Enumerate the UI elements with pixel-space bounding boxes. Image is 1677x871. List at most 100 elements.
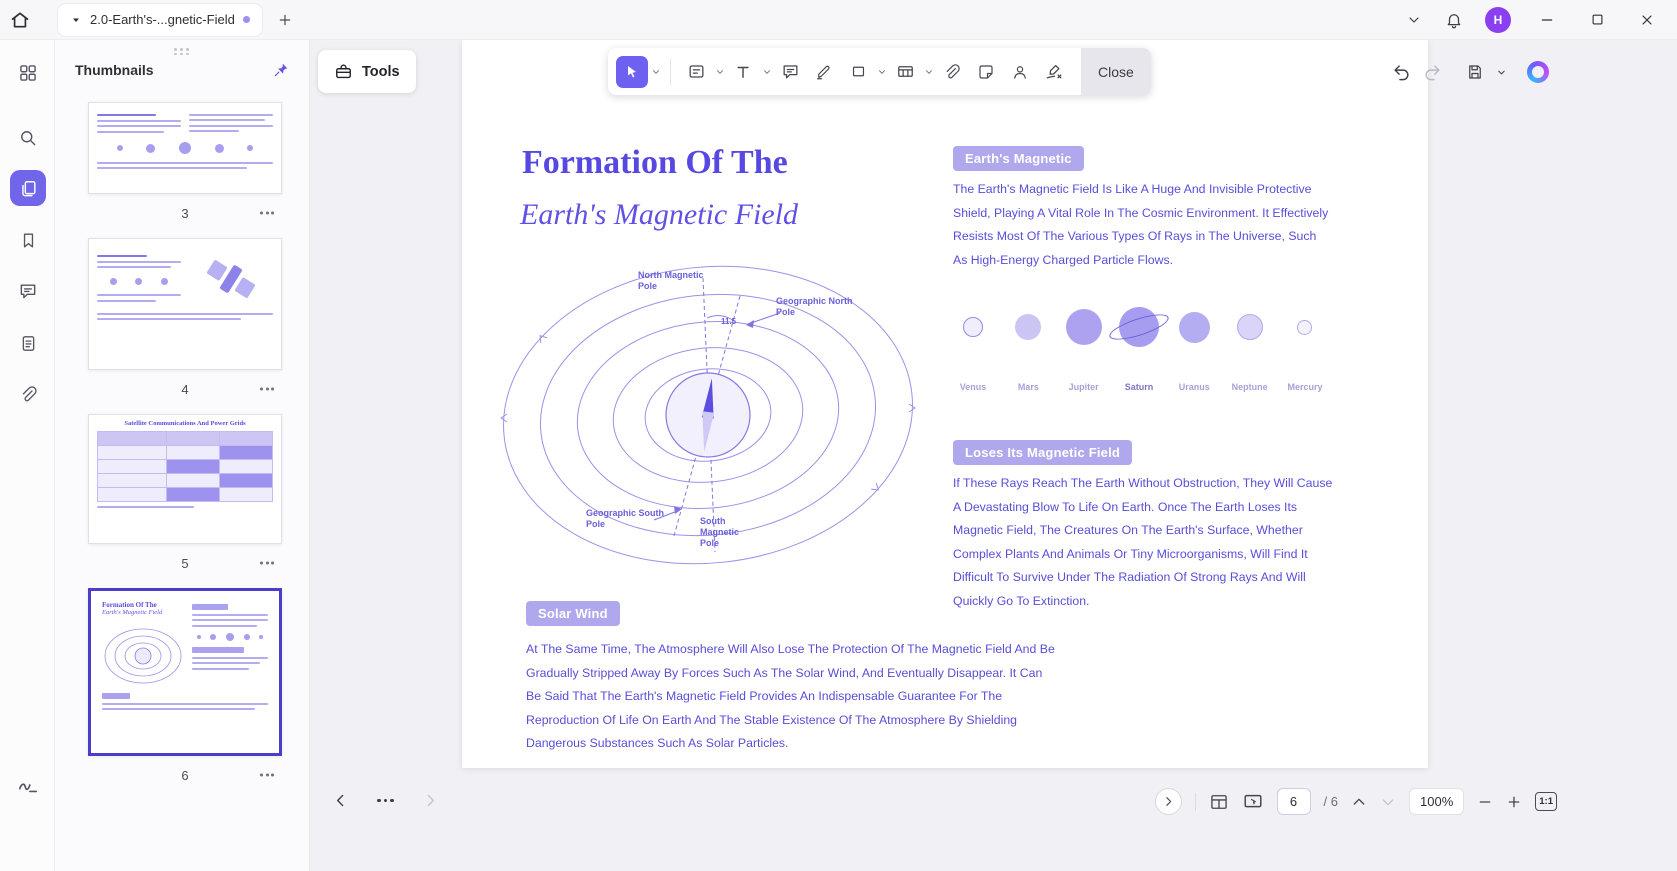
save-options-dropdown[interactable] [1496, 67, 1507, 78]
notifications-button[interactable] [1437, 3, 1471, 37]
actual-size-button[interactable]: 1:1 [1535, 792, 1557, 811]
planet-circle [963, 317, 983, 337]
thumbnail-menu-button[interactable] [256, 770, 278, 781]
chevron-down-icon [1406, 12, 1422, 28]
current-page-input[interactable]: 6 [1277, 788, 1311, 815]
plus-icon [1506, 794, 1522, 810]
close-toolbar-button[interactable]: Close [1081, 48, 1151, 95]
tab-title: 2.0-Earth's-...gnetic-Field [90, 12, 235, 27]
highlighter-tool-button[interactable] [808, 56, 840, 88]
zoom-in-button[interactable] [1506, 794, 1522, 810]
page-up-button[interactable] [1351, 794, 1367, 810]
attach-file-tool-button[interactable] [936, 56, 968, 88]
add-text-dropdown[interactable] [760, 56, 773, 88]
next-page-button[interactable] [422, 792, 439, 809]
pin-button[interactable] [273, 62, 289, 78]
ai-assistant-button[interactable] [1527, 61, 1549, 83]
left-rail [0, 40, 55, 871]
bookmarks-button[interactable] [10, 222, 46, 258]
chevron-down-icon [924, 67, 934, 77]
thumbnail-item-page-6: Formation Of The Earth's Magnetic Field [88, 588, 282, 794]
thumbnails-panel-button[interactable] [10, 170, 46, 206]
thumbnail-menu-button[interactable] [256, 208, 278, 219]
zoom-level[interactable]: 100% [1409, 788, 1464, 815]
select-tool-dropdown[interactable] [649, 56, 662, 88]
document-info-button[interactable] [10, 325, 46, 361]
thumbnail-menu-button[interactable] [256, 384, 278, 395]
sticker-tool-button[interactable] [970, 56, 1002, 88]
page-down-button[interactable] [1380, 794, 1396, 810]
sign-tool-button[interactable] [1038, 56, 1070, 88]
comments-button[interactable] [10, 273, 46, 309]
section-badge-loses-field[interactable]: Loses Its Magnetic Field [953, 440, 1132, 465]
add-text-tool-button[interactable] [727, 56, 759, 88]
tools-button[interactable]: Tools [318, 50, 416, 93]
tabs-menu-button[interactable] [1397, 3, 1431, 37]
thumbnail-page-5[interactable]: Satellite Communications And Power Grids [88, 414, 282, 544]
thumbnail-page-6-selected[interactable]: Formation Of The Earth's Magnetic Field [88, 588, 282, 756]
comment-icon [18, 281, 38, 301]
chevron-left-icon [332, 792, 349, 809]
thumbnail-page-4[interactable] [88, 238, 282, 370]
stamp-tool-button[interactable] [1004, 56, 1036, 88]
expand-panel-button[interactable] [1155, 788, 1182, 815]
magnetic-field-diagram[interactable]: North Magnetic Pole Geographic North Pol… [488, 258, 950, 570]
presentation-mode-button[interactable] [1242, 791, 1264, 813]
save-button[interactable] [1466, 63, 1484, 81]
thumbnail-page-number: 5 [88, 556, 282, 571]
label-geographic-south-pole: Geographic South Pole [586, 508, 666, 530]
thumbnail-page-3[interactable] [88, 102, 282, 194]
document-title-line2[interactable]: Earth's Magnetic Field [520, 198, 798, 232]
shape-tool-button[interactable] [842, 56, 874, 88]
undo-button[interactable] [1392, 63, 1411, 82]
mini-title-line2: Earth's Magnetic Field [102, 609, 184, 616]
comment-tool-button[interactable] [774, 56, 806, 88]
main-canvas: Formation Of The Earth's Magnetic Field [310, 40, 1677, 871]
window-close-button[interactable] [1625, 0, 1669, 40]
thumbnail-caption: 4 [88, 370, 282, 408]
attachments-button[interactable] [10, 376, 46, 412]
home-button[interactable] [0, 0, 40, 40]
shape-dropdown[interactable] [875, 56, 888, 88]
redo-button[interactable] [1423, 63, 1442, 82]
planet-size-comparison[interactable]: Venus Mars Jupiter Saturn Uranus [948, 296, 1330, 392]
edit-text-dropdown[interactable] [713, 56, 726, 88]
document-page[interactable]: Formation Of The Earth's Magnetic Field [462, 40, 1428, 768]
paragraph-loses-field[interactable]: If These Rays Reach The Earth Without Ob… [953, 472, 1333, 613]
chevron-up-icon [1351, 794, 1367, 810]
select-tool-button[interactable] [616, 56, 648, 88]
cursor-icon [624, 64, 640, 80]
search-button[interactable] [10, 120, 46, 156]
thumbnail-menu-button[interactable] [256, 558, 278, 569]
document-title-line1[interactable]: Formation Of The [522, 144, 788, 182]
thumbnail-item-page-4: 4 [88, 238, 282, 408]
plus-icon [277, 12, 293, 28]
paragraph-earths-magnetic[interactable]: The Earth's Magnetic Field Is Like A Hug… [953, 178, 1333, 272]
previous-page-button[interactable] [332, 792, 349, 809]
top-right-actions [1392, 61, 1549, 83]
zoom-out-button[interactable] [1477, 794, 1493, 810]
table-ruler-icon [896, 62, 915, 81]
measure-tool-button[interactable] [889, 56, 921, 88]
planet-circle [1297, 320, 1312, 335]
more-pages-button[interactable] [377, 799, 394, 803]
new-tab-button[interactable] [270, 5, 300, 35]
chevron-down-icon [877, 67, 887, 77]
dashboard-button[interactable] [10, 55, 46, 91]
window-minimize-button[interactable] [1525, 0, 1569, 40]
panel-drag-handle[interactable] [174, 48, 190, 55]
page-layout-button[interactable] [1209, 792, 1229, 812]
avatar[interactable]: H [1485, 7, 1511, 33]
section-badge-earths-magnetic[interactable]: Earth's Magnetic [953, 146, 1084, 171]
window-maximize-button[interactable] [1575, 0, 1619, 40]
tools-button-label: Tools [362, 64, 400, 80]
paragraph-solar-wind[interactable]: At The Same Time, The Atmosphere Will Al… [526, 638, 1058, 756]
mini-title-line1: Formation Of The [102, 601, 184, 609]
signature-tool-button[interactable] [10, 767, 46, 803]
section-badge-solar-wind[interactable]: Solar Wind [526, 601, 620, 626]
edit-text-tool-button[interactable] [680, 56, 712, 88]
planet-label: Saturn [1125, 382, 1154, 392]
measure-dropdown[interactable] [922, 56, 935, 88]
document-tab[interactable]: 2.0-Earth's-...gnetic-Field [58, 4, 262, 36]
chevron-right-icon [422, 792, 439, 809]
